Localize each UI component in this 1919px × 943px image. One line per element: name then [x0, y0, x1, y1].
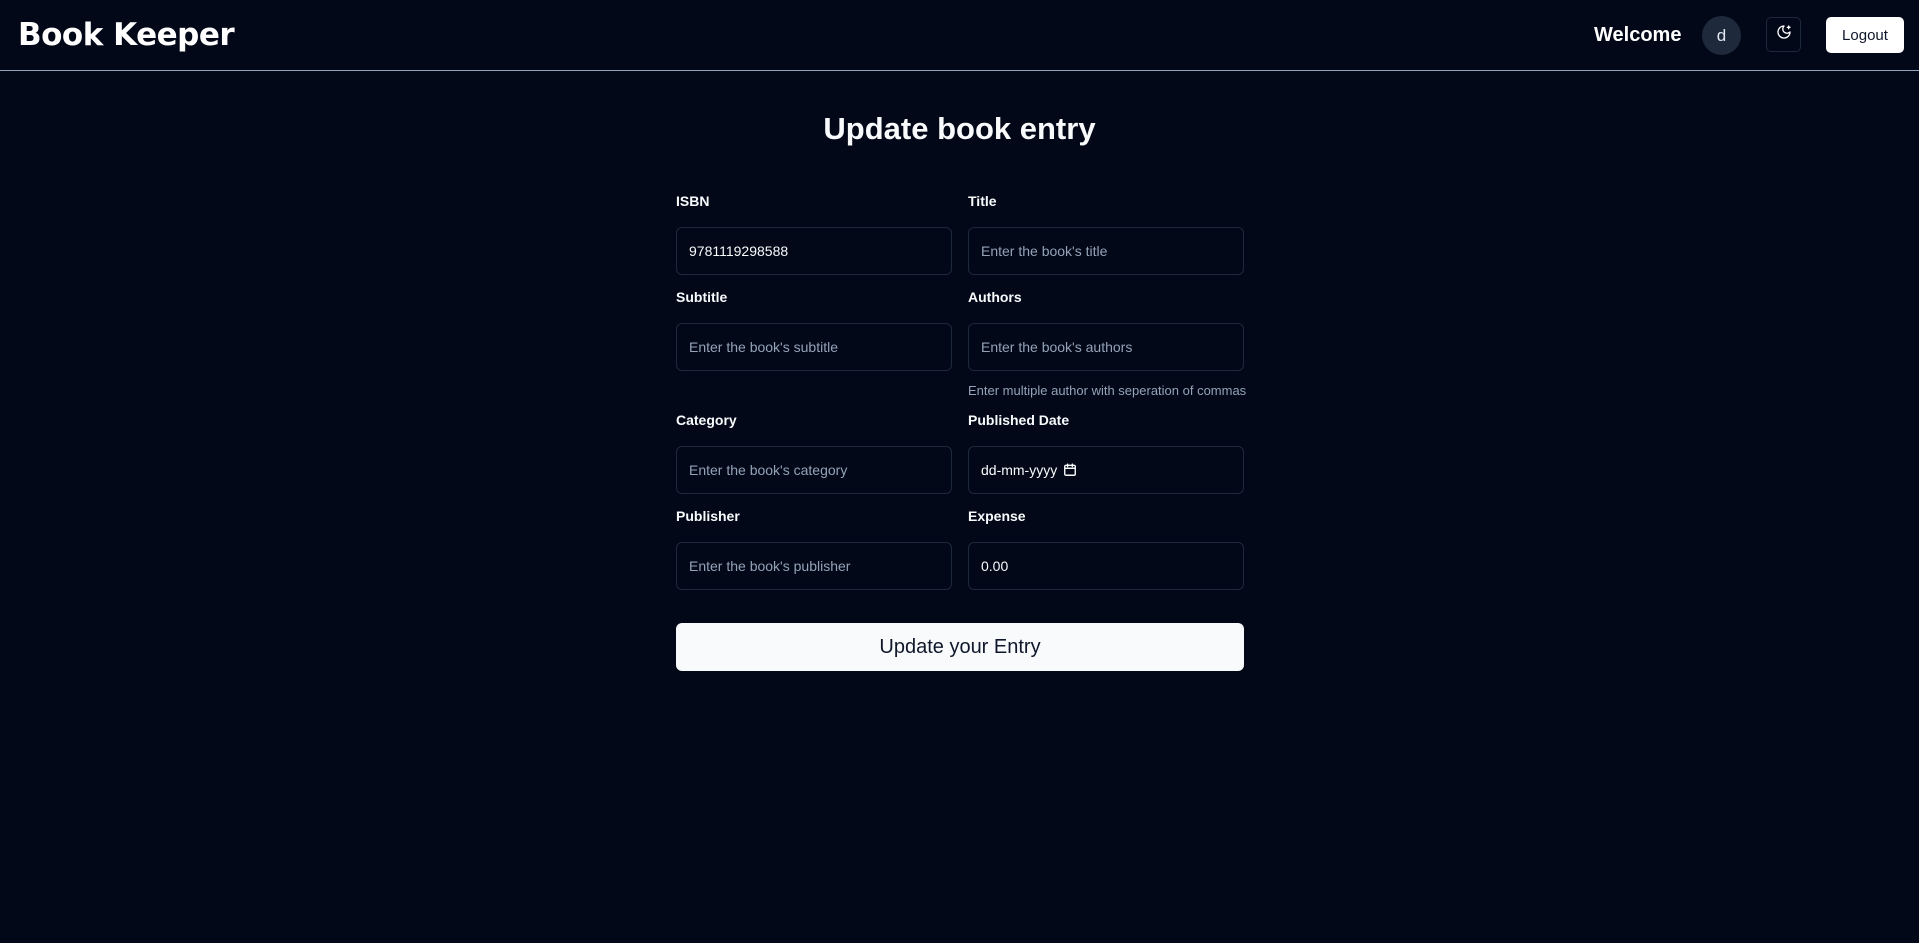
app-logo-text[interactable]: Book Keeper: [18, 17, 235, 53]
update-entry-button[interactable]: Update your Entry: [676, 623, 1244, 671]
isbn-field: ISBN: [676, 191, 952, 275]
expense-label: Expense: [968, 508, 1026, 524]
subtitle-label: Subtitle: [676, 289, 728, 305]
publisher-input[interactable]: [676, 542, 952, 590]
title-field: Title: [968, 191, 1244, 275]
welcome-text: Welcome: [1594, 24, 1682, 46]
avatar-initial: d: [1716, 25, 1727, 45]
published-date-input[interactable]: dd-mm-yyyy: [968, 446, 1244, 494]
published-date-field: Published Date dd-mm-yyyy: [968, 410, 1244, 494]
category-input[interactable]: [676, 446, 952, 494]
subtitle-field: Subtitle: [676, 287, 952, 371]
theme-toggle-button[interactable]: [1766, 17, 1801, 52]
title-input[interactable]: [968, 227, 1244, 275]
isbn-label: ISBN: [676, 193, 710, 209]
authors-input[interactable]: [968, 323, 1244, 371]
user-avatar[interactable]: d: [1702, 16, 1741, 55]
authors-hint: Enter multiple author with seperation of…: [968, 383, 1247, 398]
category-field: Category: [676, 410, 952, 494]
category-label: Category: [676, 412, 737, 428]
authors-label: Authors: [968, 289, 1022, 305]
authors-field: Authors Enter multiple author with seper…: [968, 287, 1247, 398]
logout-button[interactable]: Logout: [1826, 17, 1904, 53]
page-title: Update book entry: [823, 111, 1096, 146]
expense-input[interactable]: [968, 542, 1244, 590]
title-label: Title: [968, 193, 997, 209]
isbn-input[interactable]: [676, 227, 952, 275]
publisher-label: Publisher: [676, 508, 740, 524]
expense-field: Expense: [968, 506, 1244, 590]
calendar-icon[interactable]: [1063, 463, 1077, 477]
date-format-text: dd-mm-yyyy: [981, 462, 1058, 478]
navbar: Book Keeper Welcome d Logout: [0, 0, 1919, 71]
moon-stars-icon: [1776, 24, 1792, 45]
subtitle-input[interactable]: [676, 323, 952, 371]
published-date-label: Published Date: [968, 412, 1070, 428]
publisher-field: Publisher: [676, 506, 952, 590]
